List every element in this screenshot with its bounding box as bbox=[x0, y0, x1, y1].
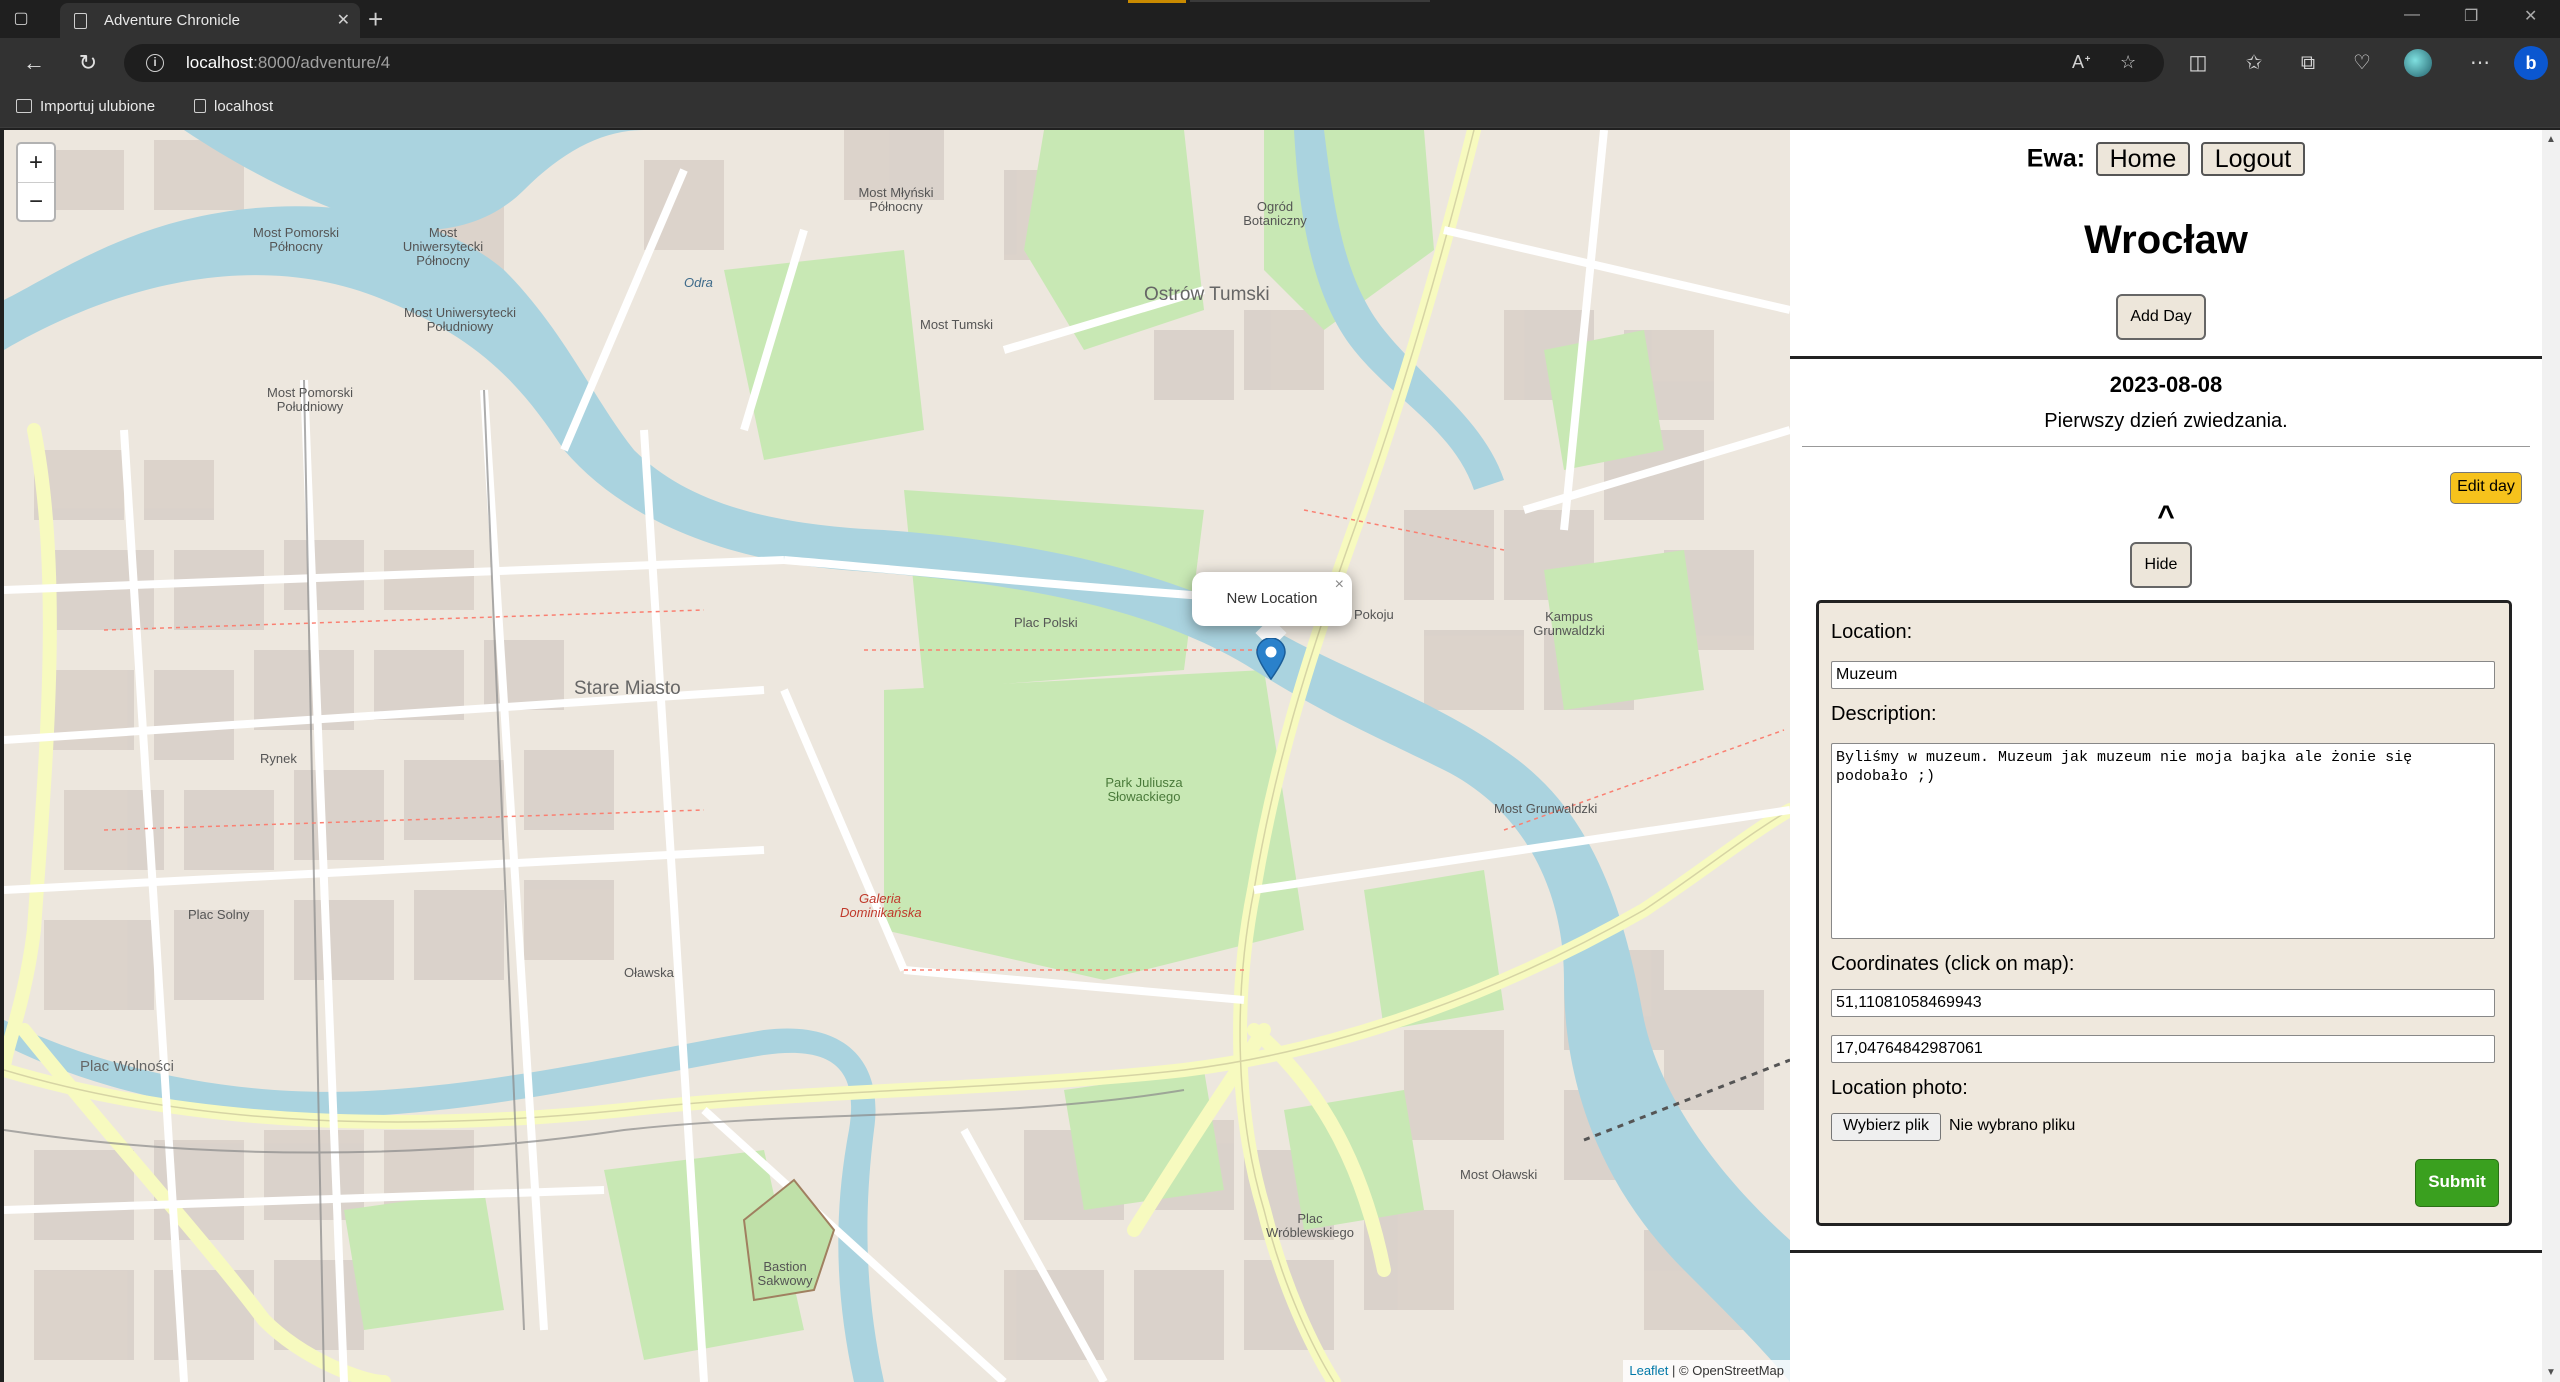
hide-button[interactable]: Hide bbox=[2130, 542, 2192, 588]
user-name: Ewa: bbox=[2026, 144, 2086, 173]
restore-icon[interactable]: ❐ bbox=[2464, 6, 2478, 26]
zoom-in-button[interactable]: + bbox=[18, 144, 54, 182]
map-attribution: Leaflet | © OpenStreetMap bbox=[1623, 1360, 1790, 1382]
logout-button[interactable]: Logout bbox=[2200, 142, 2306, 176]
map-label-galeria-dominikanska: Galeria Dominikańska bbox=[840, 891, 922, 920]
window-accent bbox=[1128, 0, 1186, 3]
split-screen-icon[interactable]: ◫ bbox=[2182, 48, 2214, 80]
zoom-out-button[interactable]: − bbox=[18, 182, 54, 220]
window-accent-bar bbox=[1190, 0, 1430, 2]
browser-tab-bar: ▢ Adventure Chronicle ✕ + — ❐ ✕ bbox=[0, 0, 2560, 38]
collections-icon[interactable]: ⧉ bbox=[2292, 48, 2324, 80]
chevron-up-icon[interactable]: ^ bbox=[1790, 500, 2542, 534]
popup-close-button[interactable]: × bbox=[1335, 576, 1344, 594]
map-label-bastion: Bastion Sakwowy bbox=[757, 1259, 813, 1288]
site-info-icon[interactable]: i bbox=[146, 54, 164, 72]
page-scrollbar[interactable]: ▲ ▼ bbox=[2542, 130, 2560, 1382]
map-label-kampus-grunwaldzki: Kampus Grunwaldzki bbox=[1533, 609, 1605, 638]
reload-icon[interactable]: ↻ bbox=[72, 48, 104, 80]
page-icon bbox=[194, 99, 206, 113]
map-label-stare-miasto: Stare Miasto bbox=[574, 678, 681, 699]
coordinates-label: Coordinates (click on map): bbox=[1831, 953, 2075, 975]
map-label-most-pomorski-poludniowy: Most Pomorski Południowy bbox=[267, 385, 353, 414]
back-icon[interactable]: ← bbox=[18, 48, 50, 80]
map-label-park-slowackiego: Park Juliusza Słowackiego bbox=[1105, 775, 1183, 804]
zoom-control: + − bbox=[16, 142, 56, 222]
address-bar[interactable]: i localhost:8000/adventure/4 Aᐩ ☆ bbox=[124, 44, 2164, 82]
bookmarks-bar: Importuj ulubione localhost bbox=[0, 88, 2560, 128]
adventure-title: Wrocław bbox=[2084, 218, 2248, 262]
osm-attribution[interactable]: | © OpenStreetMap bbox=[1672, 1363, 1784, 1378]
choose-file-button[interactable]: Wybierz plik bbox=[1831, 1113, 1941, 1141]
divider bbox=[1790, 1250, 2542, 1253]
home-button[interactable]: Home bbox=[2095, 142, 2191, 176]
latitude-input[interactable]: 51,11081058469943 bbox=[1831, 989, 2495, 1017]
map-label-ostrow-tumski: Ostrów Tumski bbox=[1144, 284, 1270, 305]
import-icon bbox=[16, 99, 32, 113]
favorites-icon[interactable]: ✩ bbox=[2238, 48, 2270, 80]
bookmark-import-favorites[interactable]: Importuj ulubione bbox=[16, 98, 155, 115]
adventure-panel: Ewa: Home Logout Wrocław Add Day 2023-08… bbox=[1790, 130, 2542, 1382]
copilot-icon[interactable]: b bbox=[2514, 46, 2548, 80]
map-label-most-grunwaldzki: Most Grunwaldzki bbox=[1494, 801, 1598, 816]
map-label-most-uniwersytecki-polnocny: Most Uniwersytecki Północny bbox=[402, 225, 484, 268]
map-view[interactable]: Stare Miasto Rynek Plac Solny Ostrów Tum… bbox=[4, 130, 1790, 1382]
close-tab-icon[interactable]: ✕ bbox=[337, 10, 350, 30]
map-label-pokoju: Pokoju bbox=[1354, 607, 1394, 622]
more-menu-icon[interactable]: ⋯ bbox=[2464, 48, 2496, 80]
description-label: Description: bbox=[1831, 703, 1937, 725]
map-label-rynek: Rynek bbox=[260, 751, 297, 766]
url-text[interactable]: localhost:8000/adventure/4 bbox=[186, 53, 390, 73]
close-window-icon[interactable]: ✕ bbox=[2524, 6, 2537, 26]
map-label-most-uniwersytecki-poludniowy: Most Uniwersytecki Południowy bbox=[404, 305, 516, 334]
tab-actions-icon[interactable]: ▢ bbox=[6, 6, 36, 32]
new-tab-icon[interactable]: + bbox=[368, 4, 383, 35]
minimize-icon[interactable]: — bbox=[2404, 6, 2420, 24]
popup-text: New Location bbox=[1226, 590, 1318, 607]
map-label-most-mlynski: Most Młyński Północny bbox=[858, 185, 934, 214]
scroll-down-icon[interactable]: ▼ bbox=[2546, 1367, 2556, 1378]
file-status: Nie wybrano pliku bbox=[1949, 1117, 2076, 1134]
map-label-plac-polski: Plac Polski bbox=[1014, 615, 1078, 630]
longitude-input[interactable]: 17,04764842987061 bbox=[1831, 1035, 2495, 1063]
map-label-plac-wolnosci: Plac Wolności bbox=[80, 1058, 174, 1075]
map-label-ogrod-botaniczny: Ogród Botaniczny bbox=[1243, 199, 1307, 228]
map-label-most-olawski: Most Oławski bbox=[1460, 1167, 1538, 1182]
description-textarea[interactable]: Byliśmy w muzeum. Muzeum jak muzeum nie … bbox=[1831, 743, 2495, 939]
bookmark-localhost[interactable]: localhost bbox=[194, 98, 273, 115]
submit-button[interactable]: Submit bbox=[2415, 1159, 2499, 1207]
location-input[interactable]: Muzeum bbox=[1831, 661, 2495, 689]
add-day-button[interactable]: Add Day bbox=[2116, 294, 2206, 340]
browser-nav-bar: ← ↻ i localhost:8000/adventure/4 Aᐩ ☆ ◫ … bbox=[0, 38, 2560, 88]
browser-essentials-icon[interactable]: ♡ bbox=[2346, 48, 2378, 80]
day-description: Pierwszy dzień zwiedzania. bbox=[2044, 410, 2288, 432]
map-label-most-tumski: Most Tumski bbox=[920, 317, 993, 332]
location-form: Location: Muzeum Description: Byliśmy w … bbox=[1816, 600, 2512, 1226]
leaflet-link[interactable]: Leaflet bbox=[1629, 1363, 1668, 1378]
map-label-most-pomorski-polnocny: Most Pomorski Północny bbox=[253, 225, 339, 254]
map-popup: New Location × bbox=[1192, 572, 1352, 626]
page-icon bbox=[74, 13, 87, 29]
profile-avatar[interactable] bbox=[2404, 49, 2432, 77]
location-label: Location: bbox=[1831, 621, 1913, 643]
browser-tab-active[interactable]: Adventure Chronicle ✕ bbox=[60, 3, 360, 38]
divider bbox=[1790, 356, 2542, 359]
map-label-plac-solny: Plac Solny bbox=[188, 907, 250, 922]
photo-label: Location photo: bbox=[1831, 1077, 1968, 1099]
map-label-olawska: Oławska bbox=[624, 965, 674, 980]
favorite-star-icon[interactable]: ☆ bbox=[2120, 52, 2136, 73]
map-label-odra: Odra bbox=[684, 275, 713, 290]
day-date: 2023-08-08 bbox=[2109, 372, 2223, 397]
map-label-plac-wroblewskiego: Plac Wróblewskiego bbox=[1266, 1211, 1354, 1240]
read-aloud-icon[interactable]: Aᐩ bbox=[2072, 52, 2091, 73]
user-row: Ewa: Home Logout bbox=[1790, 142, 2542, 176]
tab-title: Adventure Chronicle bbox=[104, 12, 240, 29]
scroll-up-icon[interactable]: ▲ bbox=[2546, 134, 2556, 145]
divider bbox=[1802, 446, 2530, 447]
